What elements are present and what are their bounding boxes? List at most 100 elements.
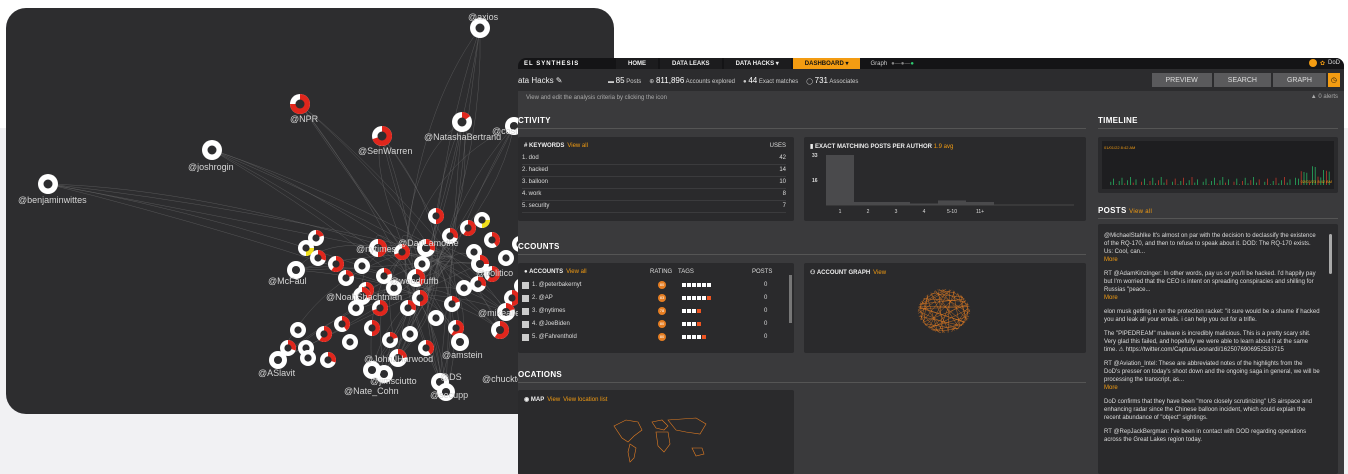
stat-exact: ● 44 Exact matches <box>743 75 799 85</box>
section-divider <box>518 254 1086 255</box>
posts-view-all[interactable]: View all <box>1129 209 1152 215</box>
preview-button[interactable]: PREVIEW <box>1151 73 1212 87</box>
page-title[interactable]: ata Hacks ✎ <box>518 76 608 85</box>
keyword-row[interactable]: 2. hacked 14 <box>522 167 786 177</box>
bar <box>910 203 938 205</box>
post-item[interactable]: DoD confirms that they have been "more c… <box>1104 398 1320 422</box>
keyword-row[interactable]: 1. dod 42 <box>522 155 786 165</box>
tag-marker <box>697 335 701 339</box>
timeline-area <box>1102 141 1334 189</box>
tag-marker <box>697 283 701 287</box>
account-posts: 0 <box>764 321 768 327</box>
graph-node-1 <box>290 94 310 114</box>
keyword-row[interactable]: 4. work 8 <box>522 191 786 201</box>
brand-logo: EL SYNTHESIS <box>524 60 580 67</box>
section-posts: POSTS View all <box>1098 206 1153 215</box>
user-name[interactable]: DoD <box>1328 60 1340 66</box>
graph-node <box>342 334 358 350</box>
keywords-header: # KEYWORDS View all <box>524 143 588 149</box>
accounts-view-all[interactable]: View all <box>566 269 587 275</box>
graph-node-2 <box>452 112 472 132</box>
tag-marker <box>702 283 706 287</box>
account-graph-thumbnail[interactable] <box>804 263 1086 353</box>
nav-data-leaks[interactable]: DATA LEAKS <box>660 58 722 69</box>
bar-tick-label: 3 <box>895 209 898 215</box>
info-icon[interactable] <box>1308 59 1317 67</box>
bar <box>854 201 882 205</box>
keywords-view-all[interactable]: View all <box>567 143 588 149</box>
graph-node <box>456 280 472 296</box>
keyword-row[interactable]: 5. security 7 <box>522 203 786 213</box>
section-divider <box>1098 218 1338 219</box>
nav-home[interactable]: HOME <box>616 58 658 69</box>
graph-node <box>354 258 370 274</box>
nav-data-hacks[interactable]: DATA HACKS ▾ <box>723 58 791 69</box>
tag-marker <box>697 322 701 326</box>
account-row[interactable]: 2. @AP 83 0 <box>522 292 786 304</box>
graph-node <box>474 212 490 228</box>
tag-marker <box>702 335 706 339</box>
post-item[interactable]: RT @RepJackBergman: I've been in contact… <box>1104 428 1320 444</box>
world-map[interactable] <box>518 390 794 474</box>
tag-marker <box>692 296 696 300</box>
tag-marker <box>707 283 711 287</box>
account-row[interactable]: 5. @Fahrenthold 80 0 <box>522 331 786 343</box>
bar-tick-label: 2 <box>867 209 870 215</box>
account-graph-panel: ⚇ ACCOUNT GRAPH View <box>804 263 1086 353</box>
clock-icon[interactable]: ◷ <box>1327 73 1340 87</box>
graph-node-label: @politico <box>476 268 514 278</box>
posts-scrollbar[interactable] <box>1329 234 1332 274</box>
keyword-row[interactable]: 3. balloon 10 <box>522 179 786 189</box>
post-text: The "PIPEDREAM" malware is incredibly ma… <box>1104 331 1311 353</box>
graph-node-14 <box>451 333 469 351</box>
post-item[interactable]: The "PIPEDREAM" malware is incredibly ma… <box>1104 330 1320 354</box>
post-item[interactable]: elon musk getting in on the protection r… <box>1104 308 1320 324</box>
tag-marker <box>687 322 691 326</box>
avatar <box>522 281 529 289</box>
account-row[interactable]: 1. @peterbakernyt 80 0 <box>522 279 786 291</box>
graph-node-label: @jimsciutto <box>370 376 417 386</box>
account-posts: 0 <box>764 334 768 340</box>
post-item[interactable]: RT @AdamKinzinger: In other words, pay u… <box>1104 270 1320 302</box>
avatar <box>522 333 529 341</box>
accounts-scrollbar[interactable] <box>789 275 792 323</box>
account-row[interactable]: 3. @nytimes 78 0 <box>522 305 786 317</box>
uses-column-header: USES <box>769 143 786 149</box>
stat-associates: ◯ 731 Associates <box>806 75 859 85</box>
graph-edge <box>451 125 515 258</box>
search-button[interactable]: SEARCH <box>1213 73 1271 87</box>
keyword-name: 3. balloon <box>522 179 549 185</box>
graph-node <box>320 352 336 368</box>
timeline-end: 02/03/23 8:42 AM <box>1300 179 1332 184</box>
alerts-count[interactable]: ▲ 0 alerts <box>1311 94 1338 100</box>
keywords-panel: # KEYWORDS View all USES 1. dod 42 2. hacke… <box>518 137 794 221</box>
avatar <box>522 320 529 328</box>
post-more-link[interactable]: More <box>1104 294 1320 302</box>
bar-tick-label: 5-10 <box>947 209 957 215</box>
post-item[interactable]: @MichaelStahlke It's almost on par with … <box>1104 232 1320 264</box>
bar-tick-label: 4 <box>923 209 926 215</box>
tag-list <box>682 283 711 287</box>
nav-graph[interactable]: Graph <box>870 61 887 67</box>
y-tick-label: 33 <box>812 153 818 159</box>
nav-dashboard[interactable]: DASHBOARD ▾ <box>792 58 861 69</box>
graph-node <box>382 332 398 348</box>
graph-node-label: @NPR <box>290 114 319 124</box>
post-more-link[interactable]: More <box>1104 256 1320 264</box>
account-row[interactable]: 4. @JoeBiden 80 0 <box>522 318 786 330</box>
tag-marker <box>692 283 696 287</box>
bar-tick-label: 1 <box>839 209 842 215</box>
keyword-uses: 10 <box>779 179 786 185</box>
post-more-link[interactable]: More <box>1104 384 1320 392</box>
post-item[interactable]: RT @Aviation_Intel: These are abbreviate… <box>1104 360 1320 392</box>
tags-column-header: TAGS <box>678 269 694 275</box>
graph-button[interactable]: GRAPH <box>1272 73 1326 87</box>
account-name: 2. @AP <box>532 295 553 301</box>
graph-node <box>310 250 326 266</box>
rating-badge: 83 <box>658 294 666 302</box>
posts-column-header: POSTS <box>752 269 773 275</box>
posts-panel[interactable]: @MichaelStahlke It's almost on par with … <box>1098 224 1338 474</box>
gear-icon[interactable]: ✿ <box>1320 60 1325 67</box>
graph-node <box>484 232 500 248</box>
rating-badge: 80 <box>658 320 666 328</box>
